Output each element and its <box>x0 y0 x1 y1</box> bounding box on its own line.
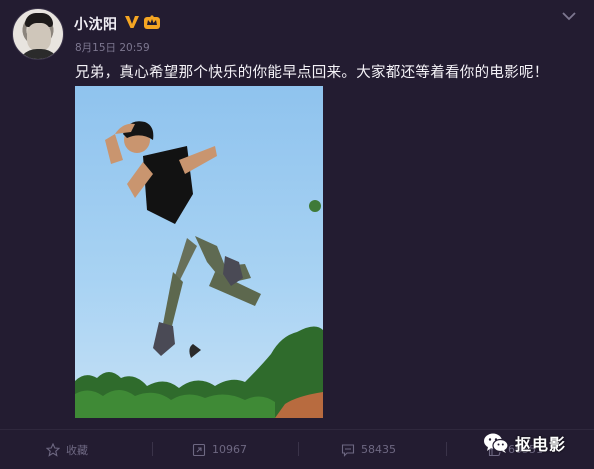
comment-count: 58435 <box>361 443 396 456</box>
separator <box>152 442 153 456</box>
separator <box>298 442 299 456</box>
separator <box>446 442 447 456</box>
weibo-post: 小沈阳 8月15日 20:59 兄弟，真心希望那个快乐的你能早点回来。大家都还等… <box>0 0 594 469</box>
watermark: 抠电影 <box>483 428 566 458</box>
favorite-button[interactable]: 收藏 <box>46 430 88 469</box>
star-icon <box>46 442 60 457</box>
avatar[interactable] <box>12 8 64 60</box>
post-text: 兄弟，真心希望那个快乐的你能早点回来。大家都还等着看你的电影呢！ <box>75 65 549 81</box>
favorite-label: 收藏 <box>66 443 88 457</box>
verified-icon <box>125 16 139 28</box>
timestamp[interactable]: 8月15日 20:59 <box>75 40 150 55</box>
member-crown-icon[interactable] <box>143 14 161 30</box>
post-photo[interactable] <box>75 86 323 418</box>
repost-icon <box>192 443 206 456</box>
chevron-down-icon[interactable] <box>561 10 577 22</box>
repost-count: 10967 <box>212 443 247 456</box>
watermark-text: 抠电影 <box>515 435 567 454</box>
comment-icon <box>341 443 355 457</box>
repost-button[interactable]: 10967 <box>192 430 247 469</box>
wechat-icon <box>484 433 509 453</box>
username[interactable]: 小沈阳 <box>74 14 118 34</box>
comment-button[interactable]: 58435 <box>341 430 396 469</box>
